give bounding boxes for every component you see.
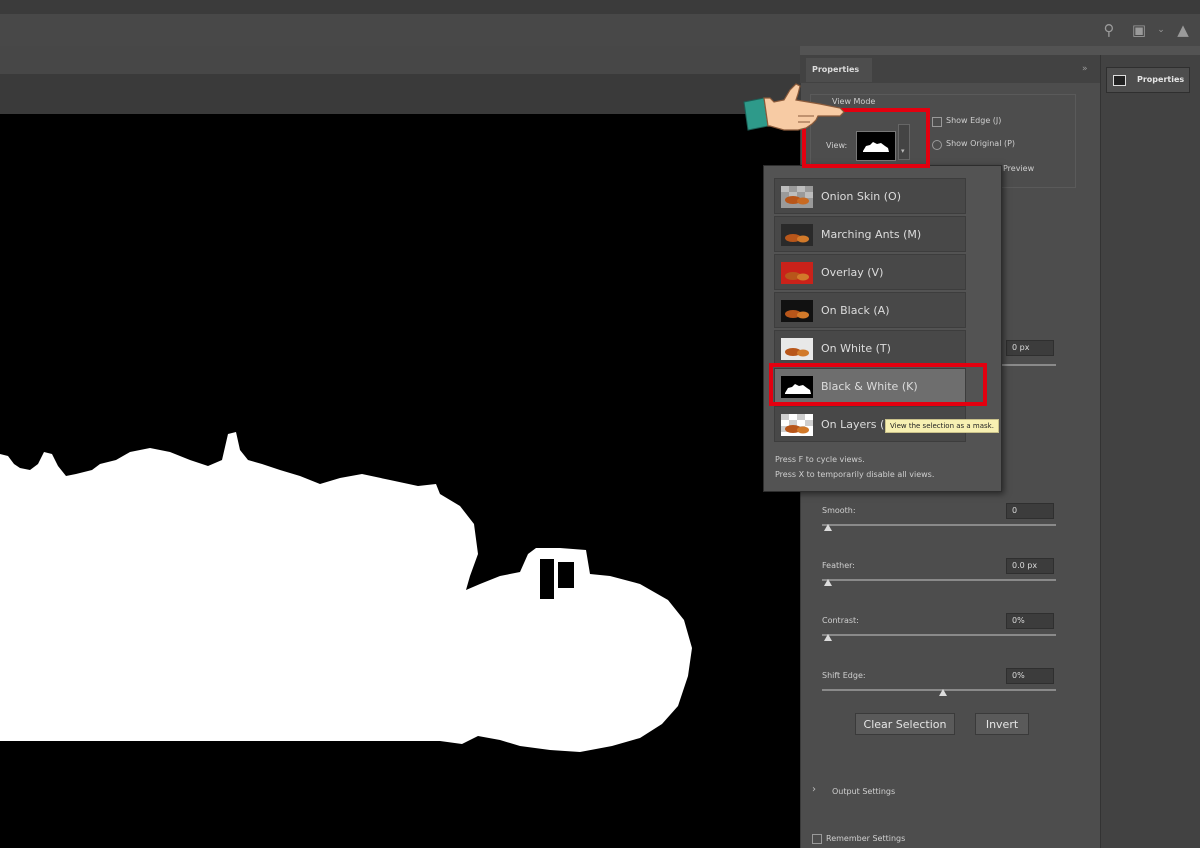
invert-button[interactable]: Invert xyxy=(975,713,1029,735)
menu-hint-cycle: Press F to cycle views. xyxy=(775,455,865,464)
smooth-slider-track[interactable] xyxy=(822,524,1056,526)
document-strip xyxy=(0,46,800,74)
tab-properties[interactable]: Properties xyxy=(806,58,872,82)
on-layers-thumb-icon xyxy=(781,414,813,436)
smooth-slider-knob[interactable] xyxy=(824,524,832,531)
show-original-label: Show Original (P) xyxy=(946,139,1016,148)
contrast-field[interactable]: 0% xyxy=(1006,613,1054,629)
marching-ants-thumb-icon xyxy=(781,224,813,246)
feather-label: Feather: xyxy=(822,561,855,570)
clear-selection-button[interactable]: Clear Selection xyxy=(855,713,955,735)
tooltip: View the selection as a mask. xyxy=(885,419,999,433)
black-white-highlight xyxy=(769,363,987,406)
show-original-checkbox[interactable] xyxy=(932,140,942,150)
on-black-thumb-icon xyxy=(781,300,813,322)
show-edge-label: Show Edge (J) xyxy=(946,116,1002,125)
canvas-mask-view[interactable] xyxy=(0,114,800,848)
dock-properties-label: Properties xyxy=(1137,75,1185,84)
preview-label: Preview xyxy=(1003,164,1035,173)
menu-item-label: Onion Skin (O) xyxy=(821,190,902,203)
menu-item-label: On Black (A) xyxy=(821,304,890,317)
collapse-panel-icon[interactable]: » xyxy=(1082,64,1088,74)
menu-hint-disable: Press X to temporarily disable all views… xyxy=(775,470,935,479)
menu-item-onion-skin[interactable]: Onion Skin (O) xyxy=(774,178,966,214)
menu-item-label: Overlay (V) xyxy=(821,266,884,279)
menu-item-label: Marching Ants (M) xyxy=(821,228,922,241)
remember-settings-label: Remember Settings xyxy=(826,834,906,843)
menu-item-overlay[interactable]: Overlay (V) xyxy=(774,254,966,290)
view-mode-menu: Onion Skin (O) Marching Ants (M) Overlay… xyxy=(763,165,1002,492)
contrast-label: Contrast: xyxy=(822,616,859,625)
chevron-down-icon[interactable]: ⌄ xyxy=(1152,21,1170,39)
menu-item-on-white[interactable]: On White (T) xyxy=(774,330,966,366)
menu-item-label: On Layers ( xyxy=(821,418,885,431)
app-menu-bar xyxy=(0,0,1200,15)
shift-edge-slider-knob[interactable] xyxy=(939,689,947,696)
overlay-thumb-icon xyxy=(781,262,813,284)
menu-item-on-black[interactable]: On Black (A) xyxy=(774,292,966,328)
remember-settings-checkbox[interactable] xyxy=(812,834,822,844)
menu-item-label: On White (T) xyxy=(821,342,891,355)
feather-slider-knob[interactable] xyxy=(824,579,832,586)
shift-edge-label: Shift Edge: xyxy=(822,671,866,680)
smooth-field[interactable]: 0 xyxy=(1006,503,1054,519)
search-icon[interactable]: ⚲ xyxy=(1100,21,1118,39)
feather-slider-track[interactable] xyxy=(822,579,1056,581)
properties-icon xyxy=(1113,75,1126,86)
on-white-thumb-icon xyxy=(781,338,813,360)
contrast-slider-track[interactable] xyxy=(822,634,1056,636)
share-icon[interactable]: ▲ xyxy=(1174,21,1192,39)
right-dock xyxy=(1100,55,1200,848)
pointing-hand-icon xyxy=(743,83,845,131)
feather-field[interactable]: 0.0 px xyxy=(1006,558,1054,574)
onion-skin-thumb-icon xyxy=(781,186,813,208)
dock-properties-button[interactable]: Properties xyxy=(1106,67,1190,93)
mask-shape xyxy=(0,432,692,752)
output-settings-label[interactable]: Output Settings xyxy=(832,787,895,796)
shift-edge-field[interactable]: 0% xyxy=(1006,668,1054,684)
smooth-label: Smooth: xyxy=(822,506,856,515)
show-edge-checkbox[interactable] xyxy=(932,117,942,127)
radius-slider-track[interactable] xyxy=(1000,364,1056,366)
contrast-slider-knob[interactable] xyxy=(824,634,832,641)
radius-field[interactable]: 0 px xyxy=(1006,340,1054,356)
chevron-right-icon[interactable]: › xyxy=(812,784,816,795)
workspace-icon[interactable]: ▣ xyxy=(1130,21,1148,39)
options-bar: ⚲ ▣ ⌄ ▲ xyxy=(0,14,1200,46)
document-tab-area xyxy=(0,74,800,114)
menu-item-marching-ants[interactable]: Marching Ants (M) xyxy=(774,216,966,252)
